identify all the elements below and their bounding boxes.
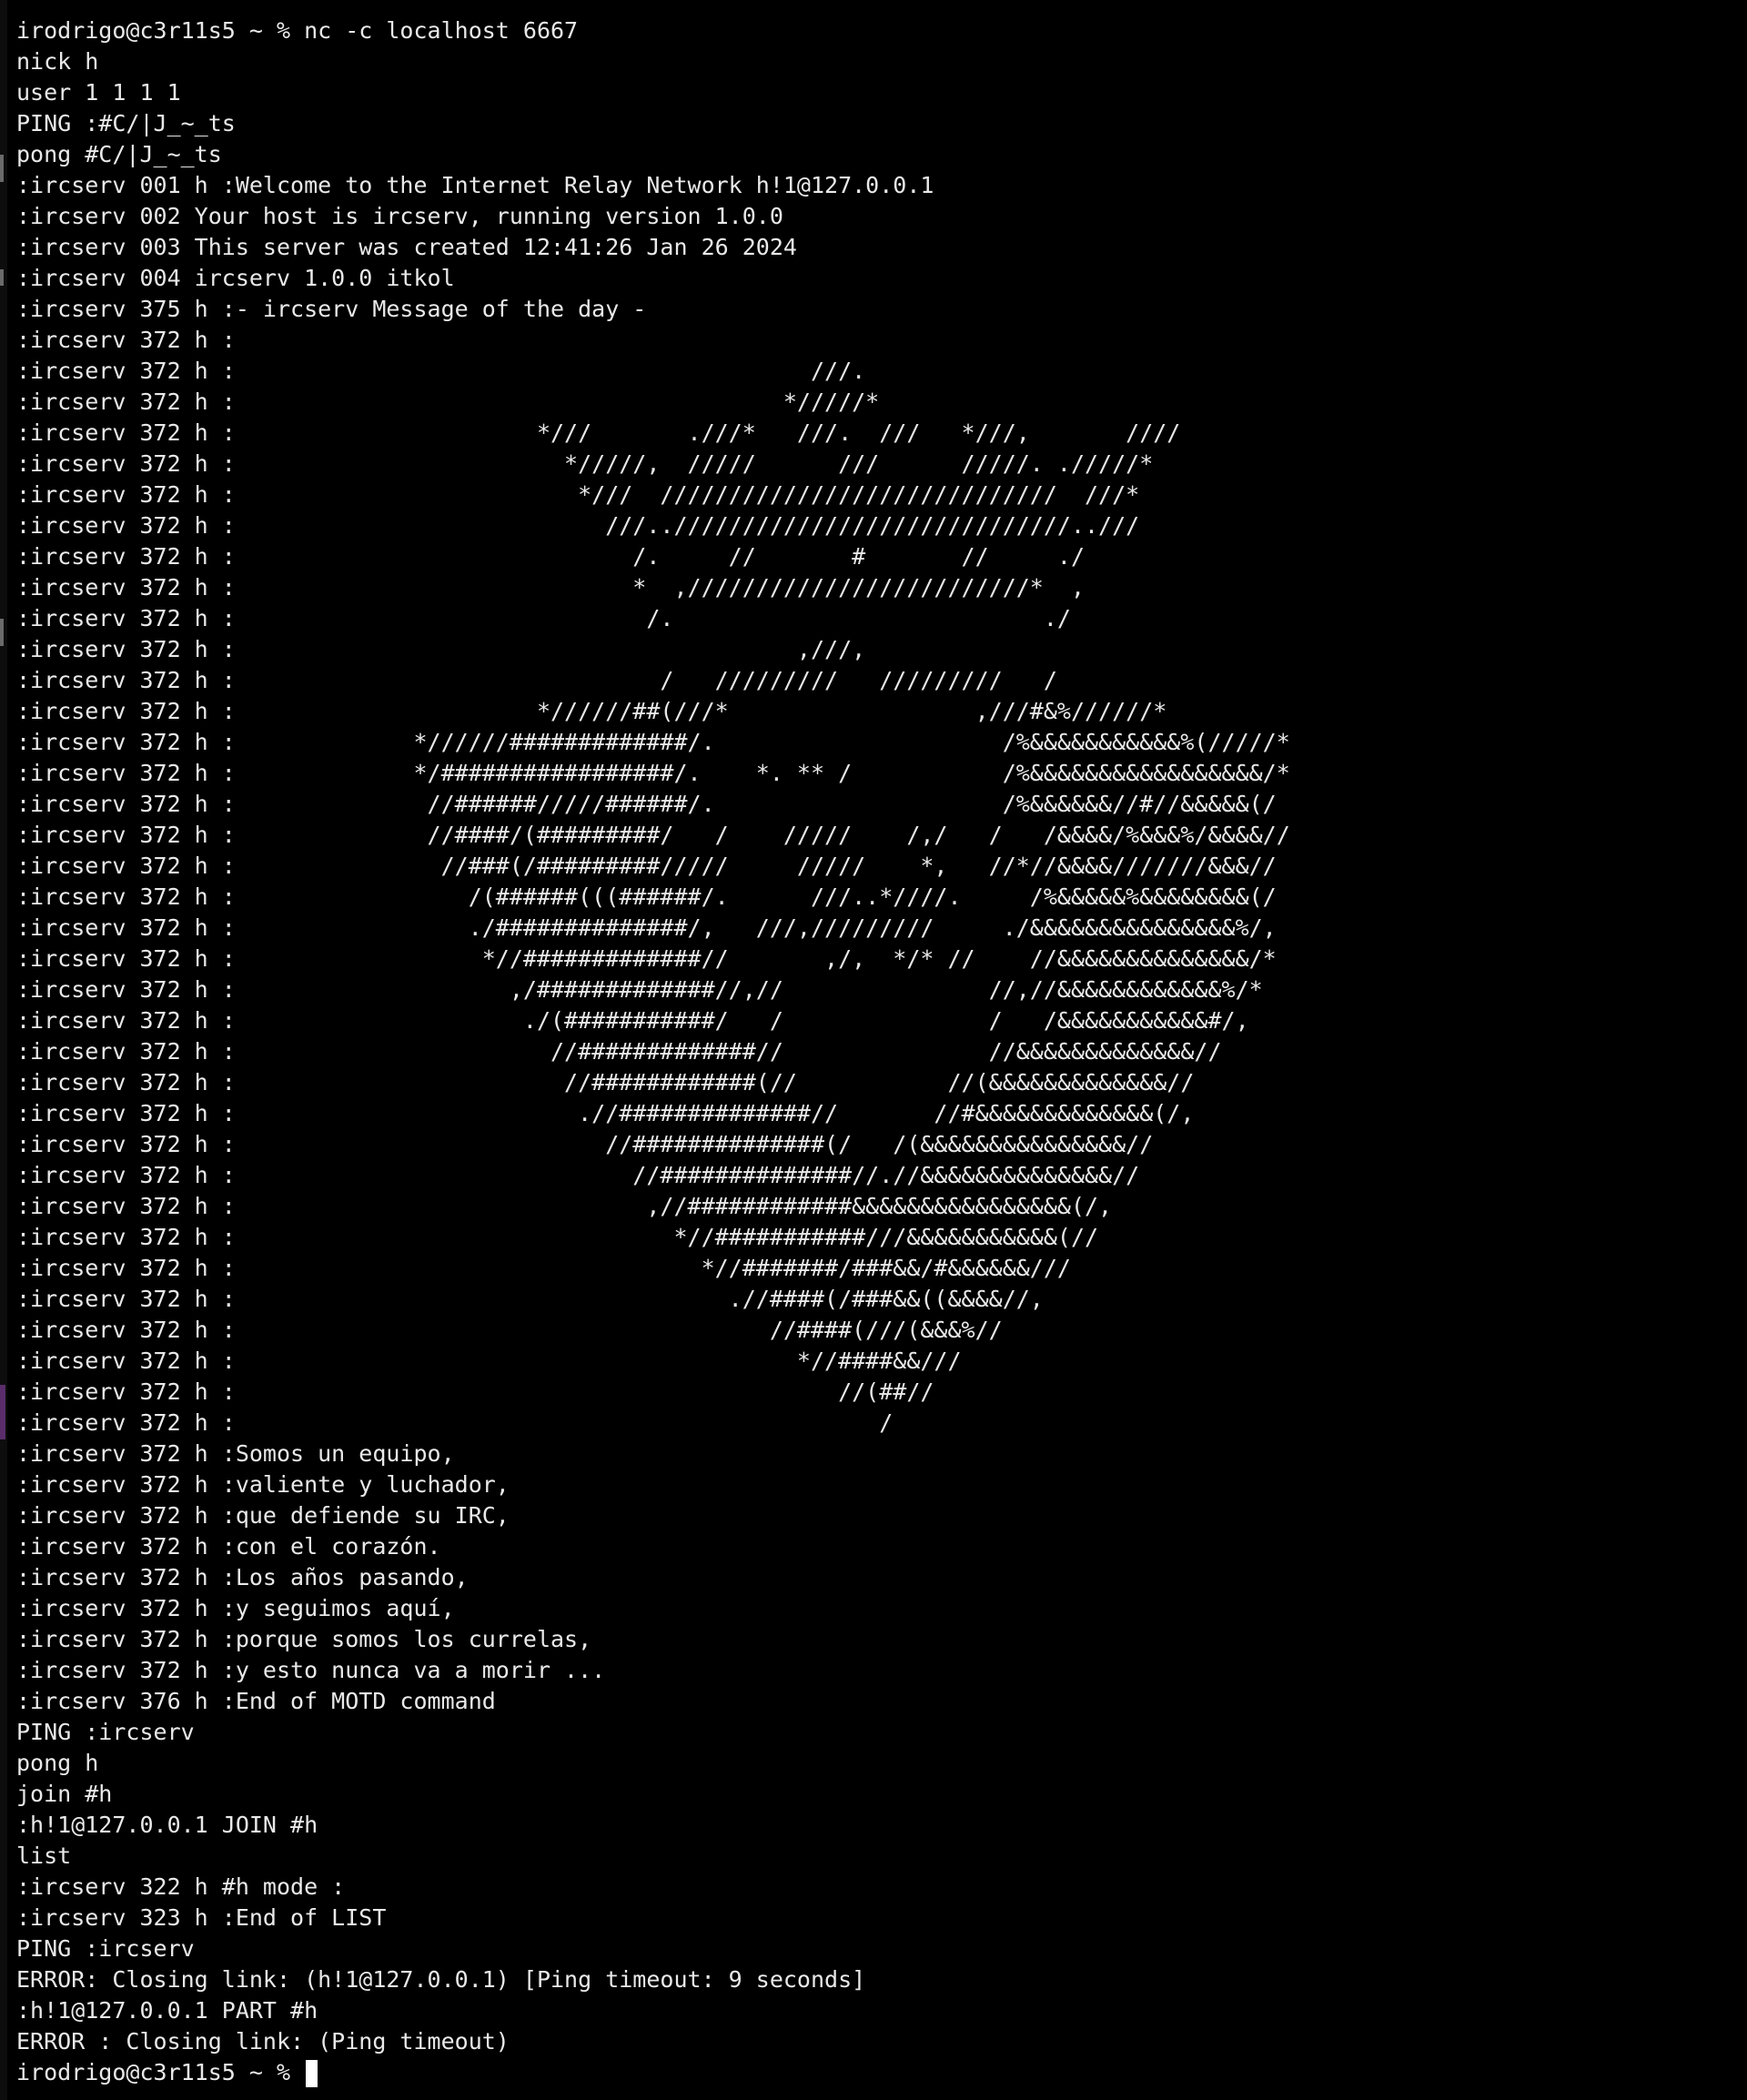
terminal-line: :ircserv 372 h : //####(///(&&&%//: [16, 1317, 1003, 1343]
terminal-line: :ircserv 372 h :: [16, 327, 236, 353]
terminal-line: :ircserv 372 h : //####/(#########/ / //…: [16, 822, 1290, 848]
terminal-line: PING :ircserv: [16, 1935, 195, 1962]
terminal-line: :ircserv 004 ircserv 1.0.0 itkol: [16, 265, 455, 291]
terminal-line: :ircserv 372 h : /. ./: [16, 605, 1071, 631]
terminal-line: :ircserv 002 Your host is ircserv, runni…: [16, 203, 783, 229]
terminal-line: :ircserv 372 h : /(######(((######/. ///…: [16, 883, 1277, 910]
terminal-line: :ircserv 372 h : *//////##(///* ,///#&%/…: [16, 698, 1167, 724]
terminal-line: :ircserv 372 h :valiente y luchador,: [16, 1471, 510, 1498]
terminal-line: :ircserv 372 h : */// //////////////////…: [16, 481, 1140, 508]
gutter-marker: [0, 269, 4, 286]
terminal-line: :ircserv 372 h : *//####&&///: [16, 1348, 962, 1374]
terminal-output: irodrigo@c3r11s5 ~ % nc -c localhost 666…: [16, 15, 1290, 2088]
terminal-line: :ircserv 372 h : */////*: [16, 389, 880, 415]
terminal-line: :ircserv 376 h :End of MOTD command: [16, 1688, 496, 1714]
terminal-line: :ircserv 372 h : //###(/#########///// /…: [16, 853, 1277, 879]
terminal-line: :ircserv 372 h : */////, ///// /// /////…: [16, 450, 1154, 477]
terminal-line: :ircserv 003 This server was created 12:…: [16, 234, 797, 260]
terminal-line: :ircserv 372 h : //##############//.//&&…: [16, 1162, 1140, 1188]
terminal-line: :ircserv 372 h : *//#############// ,/, …: [16, 945, 1277, 972]
terminal-line: :ircserv 372 h : ///..//////////////////…: [16, 512, 1140, 539]
terminal-line: ERROR : Closing link: (Ping timeout): [16, 2028, 510, 2055]
terminal-line: :ircserv 372 h :que defiende su IRC,: [16, 1502, 510, 1529]
gutter-marker: [0, 1385, 5, 1439]
terminal-line: :ircserv 372 h : *//###########///&&&&&&…: [16, 1224, 1099, 1250]
terminal-line: :ircserv 372 h :Los años pasando,: [16, 1564, 469, 1590]
terminal-line: :ircserv 372 h : /: [16, 1409, 894, 1436]
terminal-line: :ircserv 372 h : */#################/. *…: [16, 760, 1290, 786]
terminal-line: :ircserv 372 h : ///.: [16, 358, 866, 384]
gutter-marker: [0, 619, 4, 646]
text-cursor: [306, 2060, 318, 2087]
left-gutter: [0, 0, 7, 2100]
terminal-line: PING :ircserv: [16, 1719, 195, 1745]
terminal-line: :ircserv 372 h :porque somos los currela…: [16, 1626, 592, 1652]
terminal-line: :ircserv 372 h :Somos un equipo,: [16, 1440, 455, 1467]
terminal-line: user 1 1 1 1: [16, 79, 181, 106]
terminal-line: :ircserv 372 h : ,///,: [16, 636, 866, 662]
terminal-line: :ircserv 001 h :Welcome to the Internet …: [16, 172, 934, 198]
terminal-line: :ircserv 372 h :y esto nunca va a morir …: [16, 1657, 606, 1683]
terminal-line: :ircserv 372 h : //(##//: [16, 1378, 934, 1405]
terminal-line: :ircserv 372 h :y seguimos aquí,: [16, 1595, 455, 1621]
terminal-line: :ircserv 372 h : /. // # // ./: [16, 543, 1085, 570]
terminal-line: :ircserv 372 h : ./##############/, ///,…: [16, 914, 1277, 941]
terminal-line: :h!1@127.0.0.1 PART #h: [16, 1997, 318, 2024]
terminal-line: pong #C/|J_~_ts: [16, 141, 222, 167]
terminal-line: join #h: [16, 1781, 113, 1807]
terminal-line: list: [16, 1843, 72, 1869]
terminal-line: :ircserv 372 h : *//#######/###&&/#&&&&&…: [16, 1255, 1071, 1281]
terminal-line: :ircserv 372 h : ./(###########/ / / /&&…: [16, 1007, 1249, 1034]
terminal-line: :ircserv 372 h : *//////#############/. …: [16, 729, 1290, 755]
prompt-line[interactable]: irodrigo@c3r11s5 ~ %: [16, 2057, 1290, 2088]
terminal-line: :ircserv 372 h : ,//############&&&&&&&&…: [16, 1193, 1113, 1219]
terminal-line: :ircserv 372 h : //##############(/ /(&&…: [16, 1131, 1154, 1157]
terminal-line: irodrigo@c3r11s5 ~ % nc -c localhost 666…: [16, 17, 579, 44]
terminal-line: :ircserv 372 h : .//####(/###&&((&&&&//,: [16, 1286, 1044, 1312]
terminal-line: :ircserv 372 h : / ///////// ///////// /: [16, 667, 1057, 693]
gutter-marker: [0, 155, 4, 182]
terminal-line: ERROR: Closing link: (h!1@127.0.0.1) [Pi…: [16, 1966, 866, 1993]
terminal-line: :ircserv 372 h : */// .///* ///. /// *//…: [16, 419, 1181, 446]
terminal-line: :ircserv 372 h : * ,////////////////////…: [16, 574, 1085, 601]
terminal-line: :ircserv 372 h : //#############// //&&&…: [16, 1038, 1222, 1065]
shell-prompt: irodrigo@c3r11s5 ~ %: [16, 2059, 305, 2085]
terminal-line: pong h: [16, 1750, 99, 1776]
terminal-line: :ircserv 372 h : .//##############// //#…: [16, 1100, 1195, 1126]
terminal-line: :ircserv 372 h : ,/#############//,// //…: [16, 976, 1263, 1003]
terminal-line: :ircserv 323 h :End of LIST: [16, 1904, 387, 1931]
terminal-line: :h!1@127.0.0.1 JOIN #h: [16, 1812, 318, 1838]
terminal-line: PING :#C/|J_~_ts: [16, 110, 236, 136]
terminal-window[interactable]: irodrigo@c3r11s5 ~ % nc -c localhost 666…: [0, 0, 1747, 2100]
terminal-line: :ircserv 372 h : //############(// //(&&…: [16, 1069, 1195, 1095]
terminal-line: :ircserv 372 h :con el corazón.: [16, 1533, 441, 1560]
terminal-line: :ircserv 372 h : //######/////######/. /…: [16, 791, 1277, 817]
terminal-line: :ircserv 375 h :- ircserv Message of the…: [16, 296, 647, 322]
terminal-line: :ircserv 322 h #h mode :: [16, 1873, 346, 1900]
terminal-line: nick h: [16, 48, 99, 75]
terminal-lines: irodrigo@c3r11s5 ~ % nc -c localhost 666…: [16, 15, 1290, 2057]
